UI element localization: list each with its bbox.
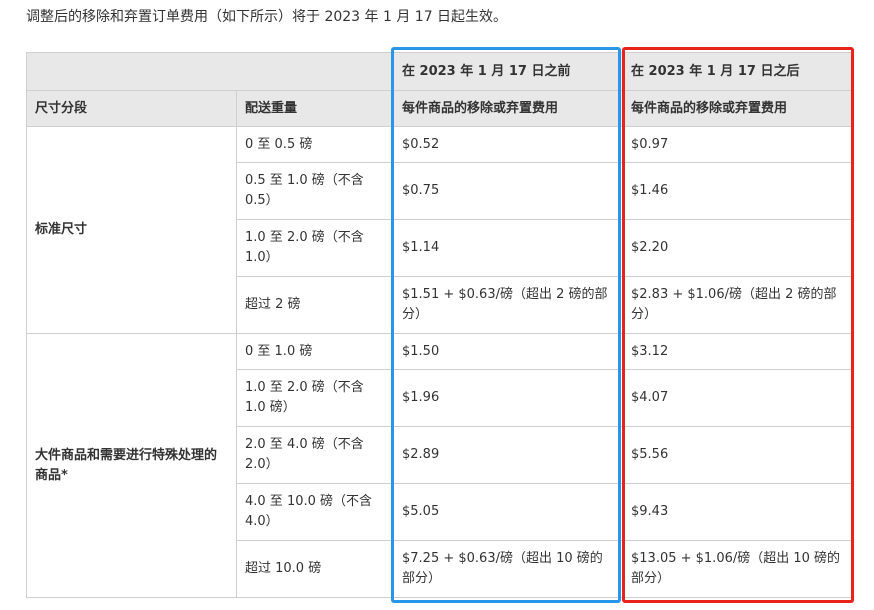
- fee-before-cell: $7.25 + $0.63/磅（超出 10 磅的部分）: [393, 540, 623, 598]
- fee-before-cell: $1.50: [393, 333, 623, 370]
- weight-cell: 超过 10.0 磅: [236, 540, 394, 598]
- header-fee-after: 每件商品的移除或弃置费用: [622, 90, 853, 127]
- tier-oversize: 大件商品和需要进行特殊处理的商品*: [26, 333, 237, 598]
- header-blank-cell: [26, 52, 394, 91]
- fee-before-cell: $0.75: [393, 162, 623, 220]
- weight-cell: 0 至 0.5 磅: [236, 126, 394, 163]
- fee-after-cell: $1.46: [622, 162, 853, 220]
- header-shipping-weight: 配送重量: [236, 90, 394, 127]
- weight-cell: 2.0 至 4.0 磅（不含 2.0）: [236, 426, 394, 484]
- header-after-date: 在 2023 年 1 月 17 日之后: [622, 52, 853, 91]
- weight-cell: 0.5 至 1.0 磅（不含 0.5）: [236, 162, 394, 220]
- fee-after-cell: $5.56: [622, 426, 853, 484]
- header-size-tier: 尺寸分段: [26, 90, 237, 127]
- weight-cell: 超过 2 磅: [236, 276, 394, 334]
- fee-after-cell: $13.05 + $1.06/磅（超出 10 磅的部分）: [622, 540, 853, 598]
- fee-after-cell: $3.12: [622, 333, 853, 370]
- fee-after-cell: $2.20: [622, 219, 853, 277]
- tier-standard: 标准尺寸: [26, 126, 237, 334]
- fee-before-cell: $5.05: [393, 483, 623, 541]
- fee-after-cell: $9.43: [622, 483, 853, 541]
- table-row: 标准尺寸 0 至 0.5 磅 $0.52 $0.97: [26, 126, 853, 334]
- weight-cell: 4.0 至 10.0 磅（不含 4.0）: [236, 483, 394, 541]
- header-before-date: 在 2023 年 1 月 17 日之前: [393, 52, 623, 91]
- fee-before-cell: $1.14: [393, 219, 623, 277]
- fee-after-cell: $2.83 + $1.06/磅（超出 2 磅的部分）: [622, 276, 853, 334]
- fee-after-cell: $0.97: [622, 126, 853, 163]
- intro-text: 调整后的移除和弃置订单费用（如下所示）将于 2023 年 1 月 17 日起生效…: [26, 9, 508, 25]
- fee-table: 在 2023 年 1 月 17 日之前 在 2023 年 1 月 17 日之后 …: [26, 52, 853, 598]
- table-header-row-columns: 尺寸分段 配送重量 每件商品的移除或弃置费用 每件商品的移除或弃置费用: [26, 90, 853, 127]
- fee-before-cell: $2.89: [393, 426, 623, 484]
- weight-cell: 1.0 至 2.0 磅（不含 1.0）: [236, 219, 394, 277]
- weight-cell: 1.0 至 2.0 磅（不含 1.0 磅）: [236, 369, 394, 427]
- header-fee-before: 每件商品的移除或弃置费用: [393, 90, 623, 127]
- table-header-row-dates: 在 2023 年 1 月 17 日之前 在 2023 年 1 月 17 日之后: [26, 52, 853, 91]
- fee-before-cell: $1.51 + $0.63/磅（超出 2 磅的部分）: [393, 276, 623, 334]
- weight-cell: 0 至 1.0 磅: [236, 333, 394, 370]
- fee-after-cell: $4.07: [622, 369, 853, 427]
- fee-before-cell: $1.96: [393, 369, 623, 427]
- table-row: 大件商品和需要进行特殊处理的商品* 0 至 1.0 磅 $1.50 $3.12: [26, 333, 853, 598]
- fee-before-cell: $0.52: [393, 126, 623, 163]
